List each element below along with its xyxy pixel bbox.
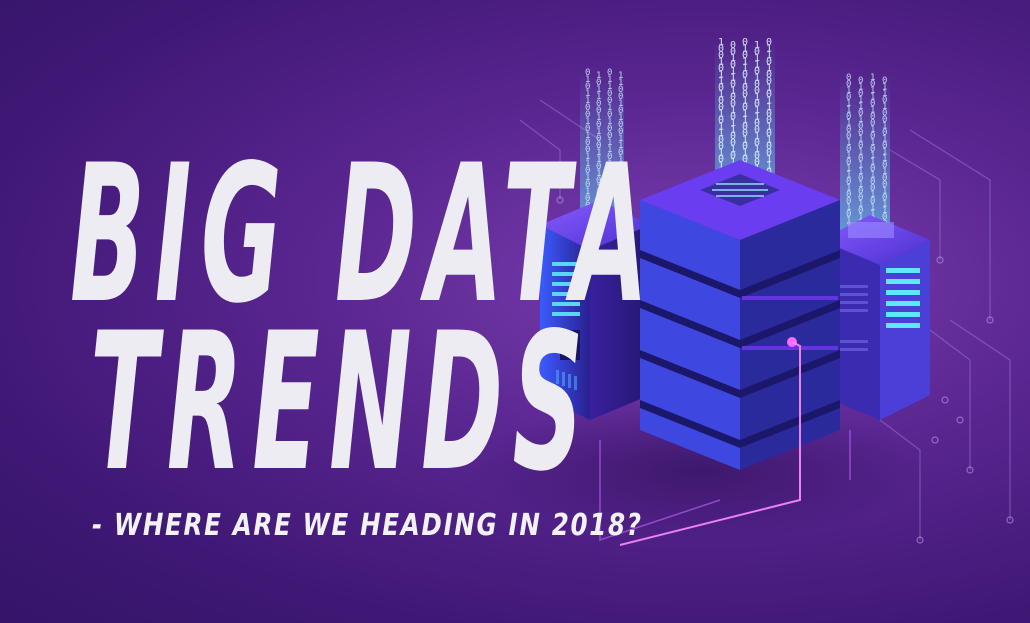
subtitle: - WHERE ARE WE HEADING IN 2018?	[92, 508, 643, 543]
headline-line2: TRENDS	[90, 292, 593, 513]
